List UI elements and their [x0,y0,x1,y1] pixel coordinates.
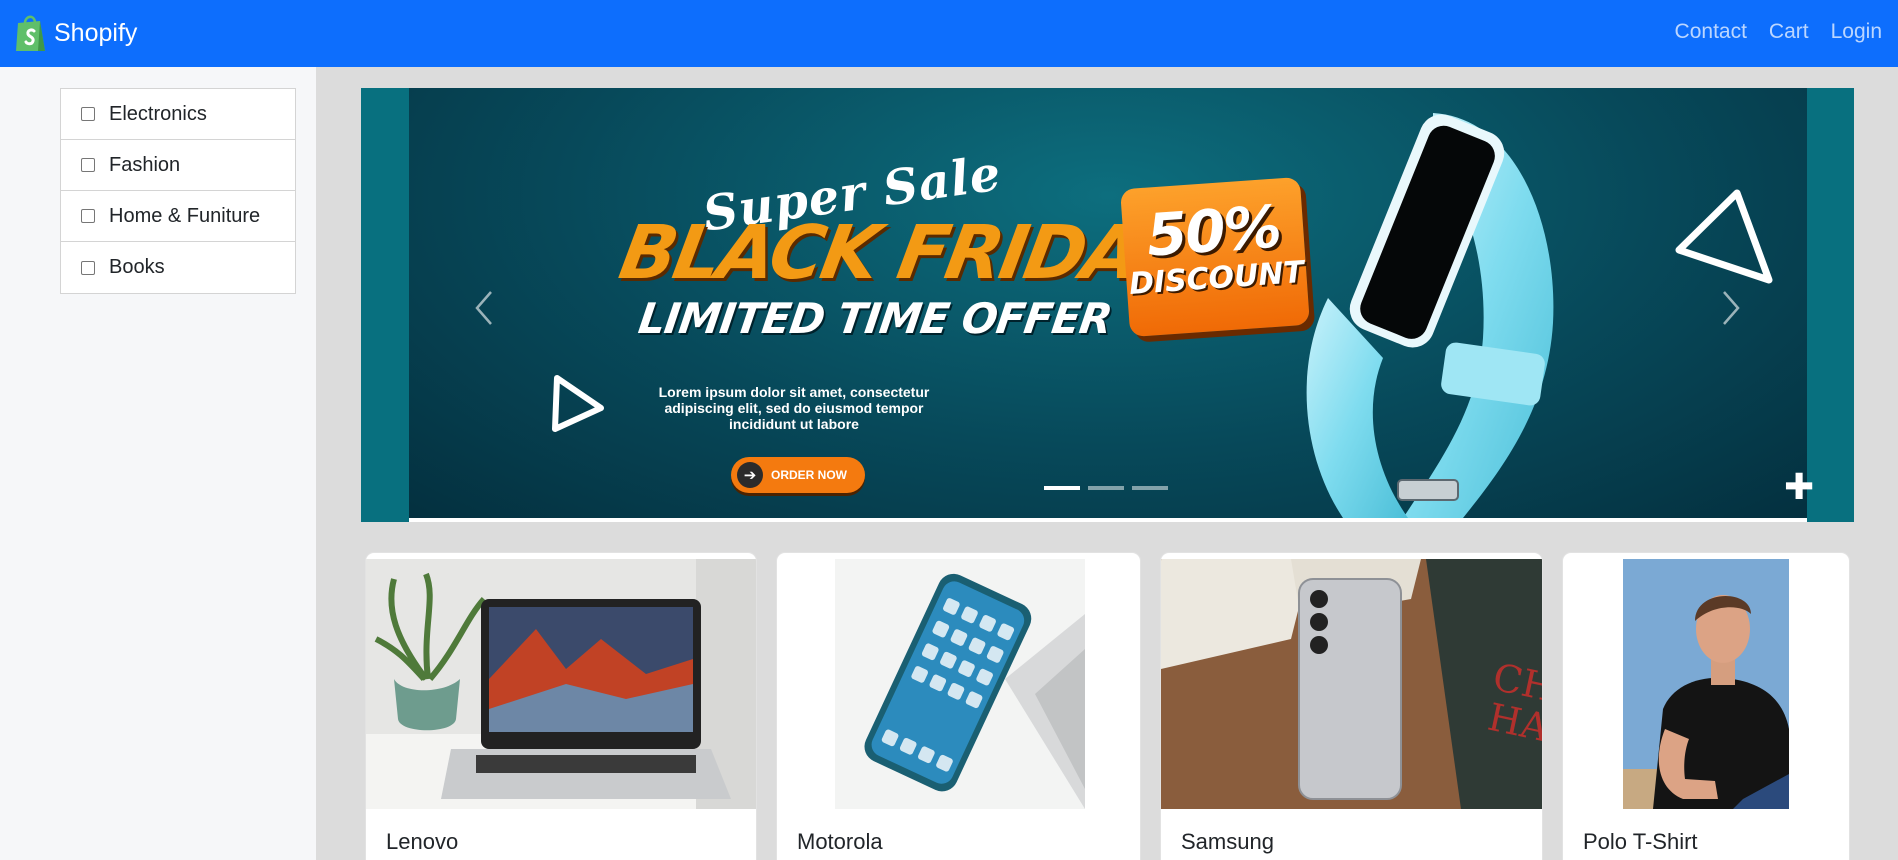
brand-name: Shopify [54,18,138,47]
promo-description: Lorem ipsum dolor sit amet, consectetur … [658,384,930,432]
carousel-indicator[interactable] [1088,486,1124,490]
nav-link-login[interactable]: Login [1831,20,1882,44]
product-title: Polo T-Shirt [1583,829,1698,854]
category-checkbox[interactable] [81,107,95,121]
product-title: Lenovo [386,829,459,854]
product-card-motorola[interactable]: Motorola [776,552,1141,860]
product-card-polo-tshirt[interactable]: Polo T-Shirt [1562,552,1850,860]
product-card-samsung[interactable]: CHA HA Samsung [1160,552,1543,860]
samsung-phone-photo: CHA HA [1161,559,1542,809]
carousel-prev-button[interactable] [453,278,513,338]
carousel-indicators [1044,486,1168,490]
product-card-lenovo[interactable]: Lenovo [365,552,757,860]
nav-link-cart[interactable]: Cart [1769,20,1809,44]
carousel-indicator[interactable] [1132,486,1168,490]
carousel-indicator[interactable] [1044,486,1080,490]
banner-bottom-border [409,518,1807,522]
order-now-label: ORDER NOW [771,468,847,482]
category-checkbox[interactable] [81,209,95,223]
nav-link-contact[interactable]: Contact [1675,20,1747,44]
navbar: Shopify Contact Cart Login [0,0,1898,67]
order-now-button[interactable]: ➔ ORDER NOW [731,457,865,493]
chevron-right-icon [1723,291,1740,325]
carousel-next-button[interactable] [1702,278,1762,338]
arrow-right-icon: ➔ [737,462,763,488]
shopify-bag-icon [16,15,45,51]
category-label: Home & Funiture [109,204,261,227]
plus-decoration-icon: ✚ [1784,467,1815,508]
category-checkbox[interactable] [81,260,95,275]
category-item-electronics[interactable]: Electronics [61,89,295,140]
nav-links: Contact Cart Login [1675,20,1882,44]
promo-subheading: LIMITED TIME OFFER [635,294,1115,343]
category-checkbox[interactable] [81,158,95,172]
promo-banner: ✚ Super Sale BLACK FRIDAY LIMITED TIME O… [409,88,1814,518]
brand-link[interactable]: Shopify [14,13,137,53]
laptop-photo [366,559,756,809]
product-title: Motorola [797,829,883,854]
sidebar: Electronics Fashion Home & Funiture Book… [0,67,316,860]
category-label: Electronics [109,102,207,125]
man-in-polo-photo [1623,559,1789,809]
hero-carousel: ✚ Super Sale BLACK FRIDAY LIMITED TIME O… [361,88,1854,522]
fitness-band-image [1306,113,1554,518]
category-item-books[interactable]: Books [61,242,295,293]
category-filter-list: Electronics Fashion Home & Funiture Book… [60,88,296,294]
smartphone-photo [835,559,1085,809]
chevron-left-icon [475,291,492,325]
category-item-home-furniture[interactable]: Home & Funiture [61,191,295,242]
triangle-decoration-icon [552,375,604,432]
category-label: Fashion [109,153,181,176]
category-label: Books [109,256,165,278]
product-title: Samsung [1181,829,1274,854]
category-item-fashion[interactable]: Fashion [61,140,295,191]
promo-heading: BLACK FRIDAY [613,210,1188,296]
